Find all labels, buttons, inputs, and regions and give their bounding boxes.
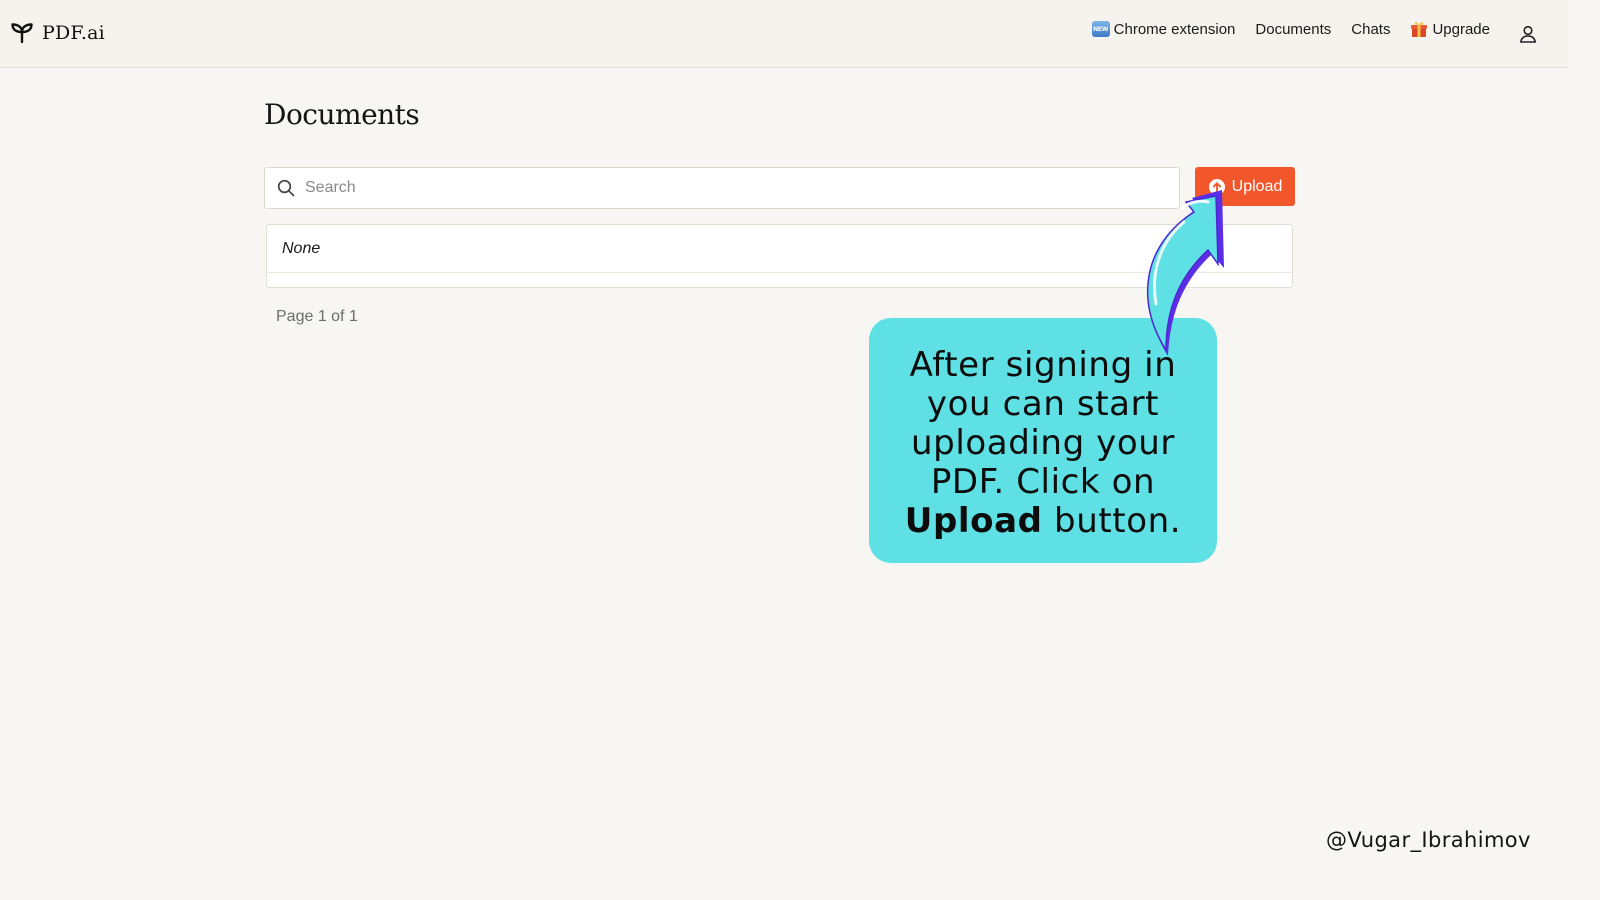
top-navigation-bar: PDF.ai NEW Chrome extension Documents Ch…	[0, 0, 1568, 68]
callout-text-bold: Upload	[904, 501, 1043, 541]
main-nav: NEW Chrome extension Documents Chats Upg…	[1091, 20, 1490, 38]
search-input[interactable]	[303, 178, 1163, 198]
author-watermark: @Vugar_Ibrahimov	[1326, 828, 1531, 852]
nav-upgrade[interactable]: Upgrade	[1410, 20, 1490, 38]
pagination-label: Page 1 of 1	[276, 308, 358, 325]
user-icon	[1520, 25, 1536, 43]
gift-icon	[1411, 22, 1428, 37]
search-box[interactable]	[264, 167, 1180, 209]
callout-text: After signing in you can start uploading…	[887, 346, 1199, 541]
search-icon	[277, 179, 295, 197]
callout-text-intro: After signing in you can start uploading…	[909, 345, 1177, 502]
sprout-logo-icon	[11, 23, 33, 44]
new-badge-icon: NEW	[1091, 21, 1110, 37]
brand-name: PDF.ai	[42, 22, 105, 44]
account-menu-button[interactable]	[1514, 20, 1542, 48]
nav-chats[interactable]: Chats	[1351, 21, 1390, 38]
curved-arrow-icon	[1146, 190, 1224, 356]
nav-chrome-extension-label: Chrome extension	[1113, 20, 1236, 38]
nav-documents[interactable]: Documents	[1255, 21, 1331, 38]
nav-chrome-extension[interactable]: NEW Chrome extension	[1091, 20, 1236, 38]
brand-logo-link[interactable]: PDF.ai	[10, 18, 105, 48]
nav-upgrade-label: Upgrade	[1432, 20, 1490, 38]
page-title: Documents	[264, 98, 420, 131]
callout-text-end: button.	[1054, 501, 1182, 541]
